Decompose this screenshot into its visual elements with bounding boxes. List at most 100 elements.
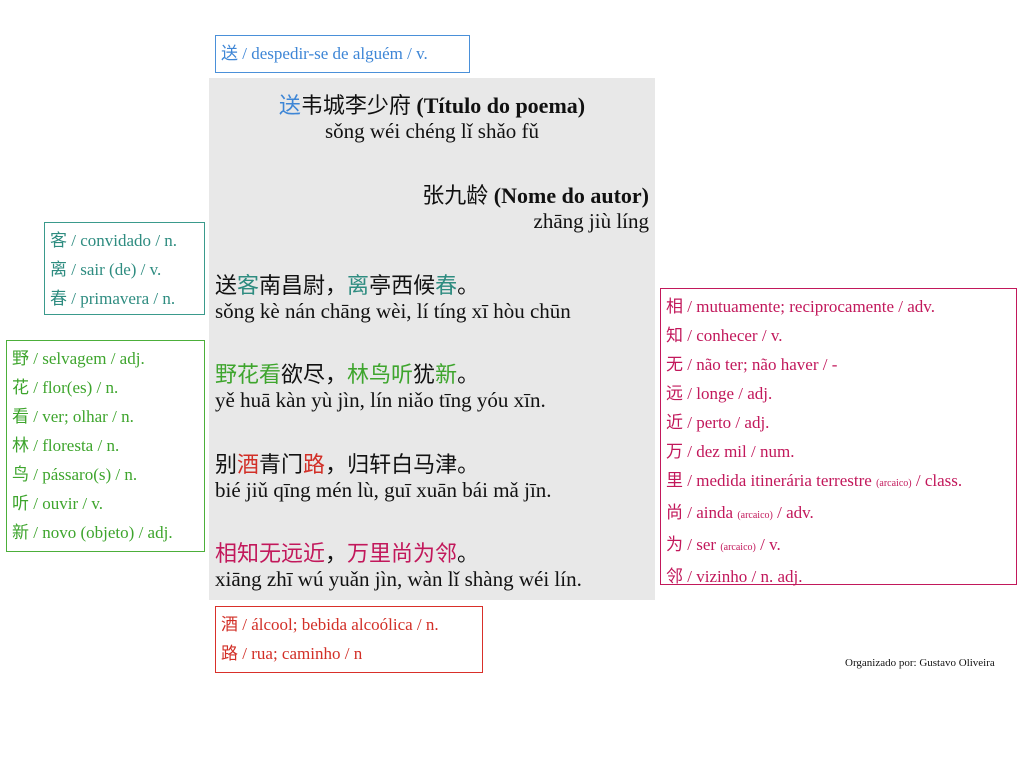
verse-hanzi: 别酒青门路，归轩白马津。	[215, 447, 479, 479]
glossary-hanzi: 万	[666, 442, 683, 461]
glossary-note: (arcaico)	[720, 542, 756, 553]
glossary-meaning: ver; olhar	[42, 407, 108, 426]
glossary-entry: 尚 / ainda (arcaico) / adv.	[666, 503, 814, 522]
glossary-entry: 花 / flor(es) / n.	[12, 378, 119, 397]
glossary-hanzi: 看	[12, 407, 29, 426]
glossary-hanzi: 离	[50, 260, 67, 279]
glossary-entry: 相 / mutuamente; reciprocamente / adv.	[666, 297, 935, 316]
glossary-meaning: convidado	[80, 231, 152, 250]
poem-author-label: (Nome do autor)	[493, 183, 649, 208]
verse-segment: 离	[347, 273, 370, 298]
glossary-hanzi: 里	[666, 471, 683, 490]
poem-title: 送韦城李少府 (Título do poema)	[209, 88, 655, 120]
glossary-hanzi: 知	[666, 326, 683, 345]
verse-pinyin: xiāng zhī wú yuǎn jìn, wàn lǐ shàng wéi …	[215, 567, 582, 591]
glossary-meaning: álcool; bebida alcoólica	[251, 615, 413, 634]
glossary-meaning: selvagem	[42, 349, 107, 368]
glossary-meaning: vizinho	[696, 567, 748, 586]
glossary-class: adj.	[744, 413, 770, 432]
glossary-entry: 野 / selvagem / adj.	[12, 349, 145, 368]
glossary-entry: 客 / convidado / n.	[50, 231, 178, 250]
poem-author: 张九龄 (Nome do autor)	[422, 178, 649, 210]
poem-author-pinyin: zhāng jiù líng	[533, 209, 649, 233]
glossary-class: v.	[769, 535, 781, 554]
glossary-meaning: ainda	[696, 503, 734, 522]
glossary-hanzi: 听	[12, 494, 29, 513]
glossary-entry: 离 / sair (de) / v.	[50, 260, 162, 279]
verse-segment: 亭西候	[369, 273, 436, 298]
glossary-meaning: perto	[696, 413, 732, 432]
glossary-class: adv.	[907, 297, 935, 316]
glossary-entry: 听 / ouvir / v.	[12, 494, 104, 513]
glossary-class: n.	[105, 378, 119, 397]
glossary-hanzi: 路	[221, 644, 238, 663]
glossary-note: (arcaico)	[876, 478, 912, 489]
verse-hanzi: 送客南昌尉，离亭西候春。	[215, 268, 479, 300]
verse-segment: 。	[457, 541, 480, 566]
glossary-class: n.	[124, 465, 138, 484]
verse-segment: 酒	[237, 452, 260, 477]
poem-title-rest: 韦城李少府	[300, 93, 411, 118]
glossary-class: n.	[162, 289, 176, 308]
verse-hanzi: 野花看欲尽，林鸟听犹新。	[215, 357, 479, 389]
glossary-class: n	[353, 644, 363, 663]
verse-segment: 送	[215, 273, 238, 298]
glossary-meaning: rua; caminho	[251, 644, 341, 663]
glossary-entry: 里 / medida itinerária terrestre (arcaico…	[666, 471, 963, 490]
glossary-entry: 春 / primavera / n.	[50, 289, 176, 308]
glossary-class: num.	[759, 442, 795, 461]
glossary-hanzi: 客	[50, 231, 67, 250]
glossary-class: v.	[91, 494, 104, 513]
glossary-box-verse-1: 客 / convidado / n. 离 / sair (de) / v. 春 / …	[44, 222, 205, 315]
glossary-hanzi: 尚	[666, 503, 683, 522]
verse-segment: ，	[325, 541, 348, 566]
glossary-entry: 酒 / álcool; bebida alcoólica / n.	[221, 615, 439, 634]
glossary-meaning: conhecer	[696, 326, 758, 345]
glossary-entry: 远 / longe / adj.	[666, 384, 773, 403]
verse-segment: 相知无远近	[215, 541, 326, 566]
verse-segment: 犹	[413, 362, 436, 387]
glossary-hanzi: 远	[666, 384, 683, 403]
glossary-hanzi: 花	[12, 378, 29, 397]
glossary-meaning: despedir-se de alguém	[251, 44, 403, 63]
glossary-meaning: medida itinerária terrestre	[696, 471, 872, 490]
glossary-hanzi: 邻	[666, 567, 683, 586]
glossary-hanzi: 鸟	[12, 465, 29, 484]
glossary-meaning: flor(es)	[42, 378, 93, 397]
glossary-class: v.	[416, 44, 428, 63]
verse-segment: 客	[237, 273, 260, 298]
verse-segment: 欲尽，	[281, 362, 348, 387]
glossary-meaning: não ter; não haver	[696, 355, 819, 374]
credit-text: Organizado por: Gustavo Oliveira	[845, 657, 995, 669]
verse-pinyin: yě huā kàn yù jìn, lín niǎo tīng yóu xīn…	[215, 388, 546, 412]
glossary-entry: 邻 / vizinho / n. adj.	[666, 567, 803, 586]
glossary-hanzi: 酒	[221, 615, 238, 634]
verse-segment: ，归轩白马津。	[325, 452, 480, 477]
glossary-hanzi: 无	[666, 355, 683, 374]
glossary-entry: 为 / ser (arcaico) / v.	[666, 535, 781, 554]
glossary-hanzi: 近	[666, 413, 683, 432]
glossary-hanzi: 林	[12, 436, 29, 455]
glossary-entry: 近 / perto / adj.	[666, 413, 770, 432]
glossary-entry: 万 / dez mil / num.	[666, 442, 795, 461]
poem-title-first-char: 送	[278, 93, 301, 118]
glossary-class: v.	[770, 326, 783, 345]
glossary-meaning: dez mil	[696, 442, 747, 461]
glossary-entry: 路 / rua; caminho / n	[221, 644, 363, 663]
glossary-class: n.	[121, 407, 134, 426]
glossary-meaning: floresta	[42, 436, 94, 455]
glossary-meaning: longe	[696, 384, 735, 403]
glossary-class: adv.	[786, 503, 814, 522]
glossary-class: class.	[924, 471, 963, 490]
glossary-class: adj.	[147, 523, 173, 542]
glossary-meaning: pássaro(s)	[42, 465, 112, 484]
glossary-hanzi: 为	[666, 535, 683, 554]
glossary-entry: 看 / ver; olhar / n.	[12, 407, 134, 426]
glossary-hanzi: 相	[666, 297, 683, 316]
glossary-meaning: primavera	[80, 289, 150, 308]
glossary-class: -	[831, 355, 838, 374]
glossary-class: n.	[164, 231, 178, 250]
glossary-class: adj.	[119, 349, 145, 368]
verse-pinyin: bié jiǔ qīng mén lù, guī xuān bái mǎ jīn…	[215, 478, 552, 502]
glossary-class: n. adj.	[760, 567, 803, 586]
